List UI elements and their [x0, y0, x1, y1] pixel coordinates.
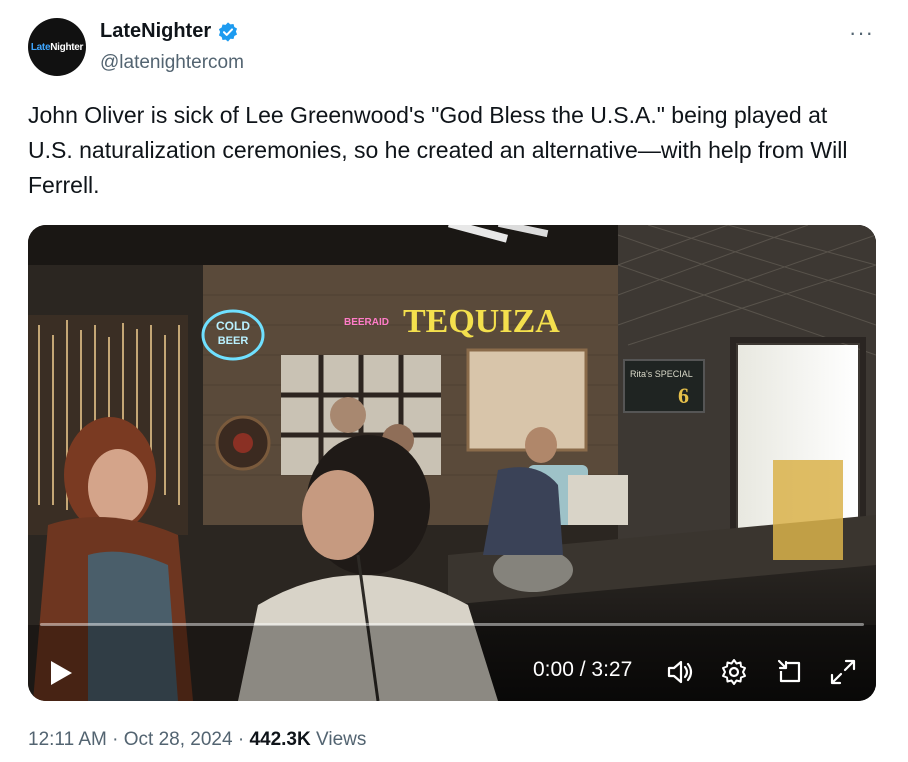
views-count: 442.3K [249, 729, 311, 750]
video-player[interactable]: COLD BEER BEERAID TEQUIZA Rita's SPECIAL… [28, 225, 876, 701]
volume-icon[interactable] [665, 657, 695, 687]
post-date[interactable]: Oct 28, 2024 [124, 729, 233, 750]
picture-in-picture-icon[interactable] [775, 657, 805, 687]
special-board-text: Rita's SPECIAL [630, 369, 693, 379]
special-board-price: 6 [678, 383, 689, 408]
meta-separator: · [112, 729, 119, 750]
settings-icon[interactable] [719, 657, 749, 687]
fullscreen-icon[interactable] [828, 657, 858, 687]
avatar-logo: LateNighter [30, 41, 84, 53]
tweet-header: LateNighter LateNighter @latenightercom … [28, 16, 880, 80]
tequiza-neon-sign: TEQUIZA [403, 303, 560, 340]
current-time: 0:00 [533, 658, 574, 681]
play-icon[interactable] [48, 659, 74, 687]
views-label: Views [316, 729, 367, 750]
name-row: LateNighter [100, 20, 239, 43]
duration: 3:27 [591, 658, 633, 681]
display-name[interactable]: LateNighter [100, 20, 211, 43]
tweet-meta: 12:11 AM · Oct 28, 2024 · 442.3K Views [28, 729, 366, 751]
meta-separator: · [237, 729, 245, 750]
more-options-icon[interactable]: ··· [849, 20, 874, 46]
video-controls: 0:00 / 3:27 [28, 601, 876, 701]
small-neon-sign: BEERAID [344, 317, 389, 328]
video-time: 0:00 / 3:27 [533, 658, 632, 682]
time-separator: / [579, 658, 586, 681]
post-time[interactable]: 12:11 AM [28, 729, 107, 750]
verified-badge-icon [219, 21, 238, 42]
cold-beer-sign-line1: COLD [216, 319, 250, 333]
avatar[interactable]: LateNighter [28, 18, 86, 76]
tweet-text: John Oliver is sick of Lee Greenwood's "… [28, 102, 848, 198]
cold-beer-sign-line2: BEER [218, 335, 249, 347]
handle[interactable]: @latenightercom [100, 52, 244, 74]
progress-bar[interactable] [40, 623, 864, 626]
